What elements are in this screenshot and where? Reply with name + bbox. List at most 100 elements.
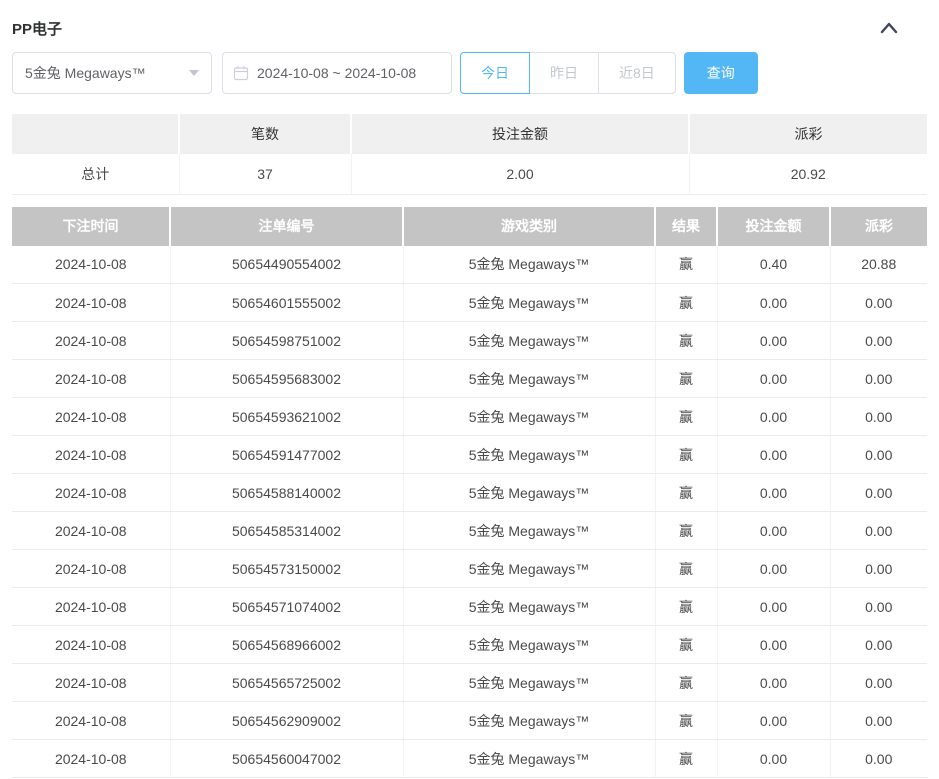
cell-bet-time: 2024-10-08 — [12, 550, 170, 588]
cell-bet-id: 50654571074002 — [170, 588, 403, 626]
quick-range-yesterday-button[interactable]: 昨日 — [529, 52, 599, 94]
cell-game-type: 5金兔 Megaways™ — [403, 474, 655, 512]
cell-bet-amount: 0.00 — [717, 284, 830, 322]
game-select[interactable]: 5金兔 Megaways™ — [12, 52, 212, 94]
header-payout: 派彩 — [830, 207, 927, 246]
cell-bet-id: 50654595683002 — [170, 360, 403, 398]
summary-total-count: 37 — [179, 154, 351, 194]
cell-payout: 0.00 — [830, 512, 927, 550]
cell-payout: 0.00 — [830, 550, 927, 588]
cell-bet-time: 2024-10-08 — [12, 664, 170, 702]
cell-payout: 0.00 — [830, 474, 927, 512]
calendar-icon — [233, 65, 249, 81]
cell-result: 赢 — [655, 474, 717, 512]
table-row: 2024-10-08506545710740025金兔 Megaways™赢0.… — [12, 588, 927, 626]
cell-bet-id: 50654598751002 — [170, 322, 403, 360]
summary-header-empty — [12, 114, 179, 154]
header-bet-id: 注单编号 — [170, 207, 403, 246]
summary-header-bet-amount: 投注金额 — [351, 114, 689, 154]
cell-bet-time: 2024-10-08 — [12, 360, 170, 398]
table-row: 2024-10-08506545914770025金兔 Megaways™赢0.… — [12, 436, 927, 474]
cell-payout: 0.00 — [830, 702, 927, 740]
table-row: 2024-10-08506545853140025金兔 Megaways™赢0.… — [12, 512, 927, 550]
cell-bet-time: 2024-10-08 — [12, 284, 170, 322]
date-range-value: 2024-10-08 ~ 2024-10-08 — [257, 65, 416, 81]
cell-payout: 0.00 — [830, 436, 927, 474]
detail-header-row: 下注时间 注单编号 游戏类别 结果 投注金额 派彩 — [12, 207, 927, 246]
cell-result: 赢 — [655, 626, 717, 664]
quick-range-today-button[interactable]: 今日 — [460, 52, 530, 94]
cell-bet-id: 50654591477002 — [170, 436, 403, 474]
cell-result: 赢 — [655, 360, 717, 398]
cell-bet-time: 2024-10-08 — [12, 246, 170, 284]
cell-payout: 0.00 — [830, 626, 927, 664]
search-button[interactable]: 查询 — [684, 52, 758, 94]
cell-game-type: 5金兔 Megaways™ — [403, 664, 655, 702]
cell-bet-time: 2024-10-08 — [12, 740, 170, 778]
summary-header-row: 笔数 投注金额 派彩 — [12, 114, 927, 154]
table-row: 2024-10-08506544905540025金兔 Megaways™赢0.… — [12, 246, 927, 284]
cell-bet-time: 2024-10-08 — [12, 436, 170, 474]
cell-bet-id: 50654562909002 — [170, 702, 403, 740]
summary-table: 笔数 投注金额 派彩 总计 37 2.00 20.92 — [12, 114, 927, 195]
cell-bet-time: 2024-10-08 — [12, 512, 170, 550]
cell-bet-amount: 0.00 — [717, 436, 830, 474]
cell-result: 赢 — [655, 664, 717, 702]
collapse-button[interactable] — [877, 16, 901, 40]
cell-bet-amount: 0.40 — [717, 246, 830, 284]
table-row: 2024-10-08506546015550025金兔 Megaways™赢0.… — [12, 284, 927, 322]
summary-total-row: 总计 37 2.00 20.92 — [12, 154, 927, 194]
table-row: 2024-10-08506545987510025金兔 Megaways™赢0.… — [12, 322, 927, 360]
cell-bet-id: 50654565725002 — [170, 664, 403, 702]
cell-payout: 0.00 — [830, 322, 927, 360]
cell-bet-id: 50654573150002 — [170, 550, 403, 588]
quick-range-last8days-button[interactable]: 近8日 — [598, 52, 676, 94]
cell-bet-amount: 0.00 — [717, 398, 830, 436]
cell-result: 赢 — [655, 246, 717, 284]
caret-down-icon — [189, 70, 199, 76]
cell-bet-amount: 0.00 — [717, 664, 830, 702]
cell-bet-id: 50654568966002 — [170, 626, 403, 664]
cell-bet-amount: 0.00 — [717, 360, 830, 398]
cell-bet-id: 50654490554002 — [170, 246, 403, 284]
cell-bet-amount: 0.00 — [717, 512, 830, 550]
cell-game-type: 5金兔 Megaways™ — [403, 284, 655, 322]
cell-result: 赢 — [655, 284, 717, 322]
cell-bet-amount: 0.00 — [717, 550, 830, 588]
cell-game-type: 5金兔 Megaways™ — [403, 702, 655, 740]
cell-payout: 0.00 — [830, 740, 927, 778]
table-row: 2024-10-08506545731500025金兔 Megaways™赢0.… — [12, 550, 927, 588]
chevron-up-icon — [879, 21, 899, 35]
summary-header-count: 笔数 — [179, 114, 351, 154]
table-row: 2024-10-08506545936210025金兔 Megaways™赢0.… — [12, 398, 927, 436]
pp-games-panel: PP电子 5金兔 Megaways™ 2024-10-08 ~ 2024-10-… — [0, 0, 939, 778]
cell-result: 赢 — [655, 398, 717, 436]
game-select-value: 5金兔 Megaways™ — [25, 63, 146, 83]
cell-bet-time: 2024-10-08 — [12, 322, 170, 360]
header-game-type: 游戏类别 — [403, 207, 655, 246]
cell-payout: 0.00 — [830, 360, 927, 398]
cell-game-type: 5金兔 Megaways™ — [403, 436, 655, 474]
cell-bet-time: 2024-10-08 — [12, 702, 170, 740]
table-row: 2024-10-08506545881400025金兔 Megaways™赢0.… — [12, 474, 927, 512]
filter-bar: 5金兔 Megaways™ 2024-10-08 ~ 2024-10-08 今日… — [12, 52, 927, 94]
header-bet-time: 下注时间 — [12, 207, 170, 246]
cell-bet-amount: 0.00 — [717, 322, 830, 360]
summary-total-bet-amount: 2.00 — [351, 154, 689, 194]
cell-game-type: 5金兔 Megaways™ — [403, 588, 655, 626]
cell-game-type: 5金兔 Megaways™ — [403, 322, 655, 360]
panel-header: PP电子 — [12, 0, 927, 40]
table-row: 2024-10-08506545956830025金兔 Megaways™赢0.… — [12, 360, 927, 398]
cell-game-type: 5金兔 Megaways™ — [403, 740, 655, 778]
cell-bet-id: 50654560047002 — [170, 740, 403, 778]
cell-bet-time: 2024-10-08 — [12, 626, 170, 664]
date-range-input[interactable]: 2024-10-08 ~ 2024-10-08 — [222, 52, 452, 94]
table-row: 2024-10-08506545657250025金兔 Megaways™赢0.… — [12, 664, 927, 702]
page-title: PP电子 — [12, 18, 62, 39]
cell-payout: 0.00 — [830, 588, 927, 626]
cell-bet-amount: 0.00 — [717, 702, 830, 740]
cell-bet-time: 2024-10-08 — [12, 588, 170, 626]
cell-game-type: 5金兔 Megaways™ — [403, 398, 655, 436]
cell-game-type: 5金兔 Megaways™ — [403, 626, 655, 664]
cell-result: 赢 — [655, 436, 717, 474]
